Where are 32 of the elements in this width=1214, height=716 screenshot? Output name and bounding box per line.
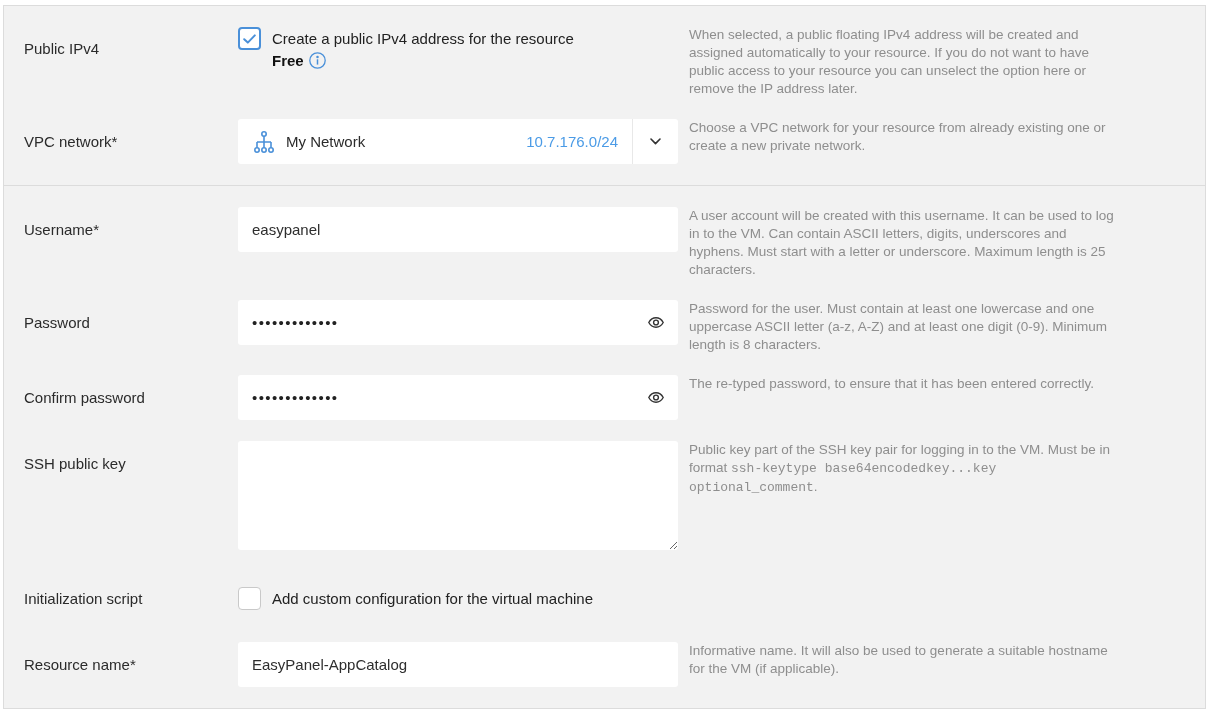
hint-text: Choose a VPC network for your resource from already existing one or create a new private network. bbox=[689, 119, 1107, 155]
text-input-field[interactable]: EasyPanel-AppCatalog bbox=[238, 642, 678, 687]
field-label: Public IPv4 bbox=[24, 39, 101, 59]
network-icon bbox=[254, 130, 274, 153]
hint-text: Public key part of the SSH key pair for logging in to the VM. Must be in format ssh-keytype base64encodedkey...key optional_comment. bbox=[689, 441, 1111, 497]
eye-icon[interactable] bbox=[648, 317, 664, 328]
info-icon[interactable] bbox=[308, 51, 326, 69]
field-label: Password bbox=[24, 313, 91, 333]
checkbox[interactable] bbox=[238, 587, 261, 610]
eye-icon[interactable] bbox=[648, 392, 664, 403]
checkbox-label[interactable]: Create a public IPv4 address for the resource bbox=[272, 27, 574, 50]
checkbox-label[interactable]: Add custom configuration for the virtual machine bbox=[272, 587, 593, 610]
text-input-field[interactable]: easypanel bbox=[238, 207, 678, 252]
password-field[interactable]: ••••••••••••• bbox=[238, 375, 678, 420]
field-label: Confirm password bbox=[24, 388, 146, 408]
hint-text: A user account will be created with this username. It can be used to log in to the VM. Can contain ASCII letters, digits, underscores and hyphens. Must start with a letter or underscore. Maximum length is 25 characters. bbox=[689, 207, 1115, 279]
field-label: Resource name* bbox=[24, 655, 137, 675]
field-label: VPC network* bbox=[24, 132, 119, 152]
price-text: Free bbox=[272, 51, 304, 69]
chevron-down-icon bbox=[650, 138, 661, 145]
checkbox[interactable] bbox=[238, 27, 261, 50]
ssh-key-field[interactable] bbox=[238, 441, 678, 550]
hint-text: The re-typed password, to ensure that it has been entered correctly. bbox=[689, 375, 1095, 393]
hint-text: Password for the user. Must contain at least one lowercase and one uppercase ASCII letter (a-z, A-Z) and at least one digit (0-9). Minimum length is 8 characters. bbox=[689, 300, 1108, 354]
field-label: Initialization script bbox=[24, 589, 144, 609]
network-select[interactable]: My Network 10.7.176.0/24 bbox=[238, 119, 678, 164]
field-label: Username* bbox=[24, 220, 101, 240]
password-field[interactable]: ••••••••••••• bbox=[238, 300, 678, 345]
hint-text: When selected, a public floating IPv4 address will be created and assigned automatically to your resource. If you do not want to have public access to your resource you can unselect the option here or remove the IP address later. bbox=[689, 26, 1090, 98]
field-label: SSH public key bbox=[24, 454, 127, 474]
hint-text: Informative name. It will also be used to generate a suitable hostname for the VM (if applicable). bbox=[689, 642, 1109, 678]
check-icon bbox=[243, 33, 256, 44]
